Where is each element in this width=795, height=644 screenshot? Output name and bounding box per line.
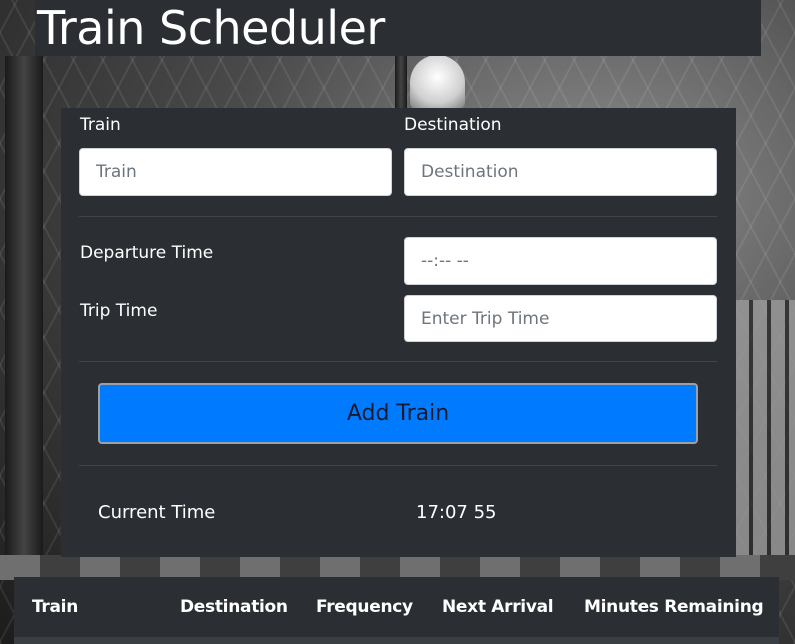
header: Train Scheduler (35, 0, 761, 56)
destination-label: Destination (404, 115, 502, 135)
current-time-value: 17:07 55 (416, 502, 497, 523)
background-pillar (5, 56, 43, 556)
column-header-minutes-remaining: Minutes Remaining (584, 597, 764, 617)
background-lamp (410, 55, 465, 110)
train-schedule-table: Train Destination Frequency Next Arrival… (14, 577, 779, 644)
page-title: Train Scheduler (37, 1, 385, 55)
divider (79, 361, 717, 362)
table-row (14, 637, 779, 644)
column-header-next-arrival: Next Arrival (442, 597, 554, 617)
destination-input[interactable] (404, 148, 717, 196)
current-time-label: Current Time (98, 502, 216, 523)
column-header-frequency: Frequency (316, 597, 413, 617)
add-train-form: Train Destination Departure Time Trip Ti… (61, 108, 736, 557)
column-header-destination: Destination (180, 597, 288, 617)
column-header-train: Train (32, 597, 79, 617)
add-train-button[interactable]: Add Train (98, 383, 698, 444)
background-pillar (395, 56, 407, 116)
train-input[interactable] (79, 148, 392, 196)
divider (79, 216, 717, 217)
departure-time-label: Departure Time (80, 243, 214, 263)
divider (79, 465, 717, 466)
trip-time-label: Trip Time (80, 301, 158, 321)
train-label: Train (80, 115, 121, 135)
background-train (735, 300, 795, 570)
departure-time-input[interactable] (404, 237, 717, 285)
trip-time-input[interactable] (404, 295, 717, 342)
